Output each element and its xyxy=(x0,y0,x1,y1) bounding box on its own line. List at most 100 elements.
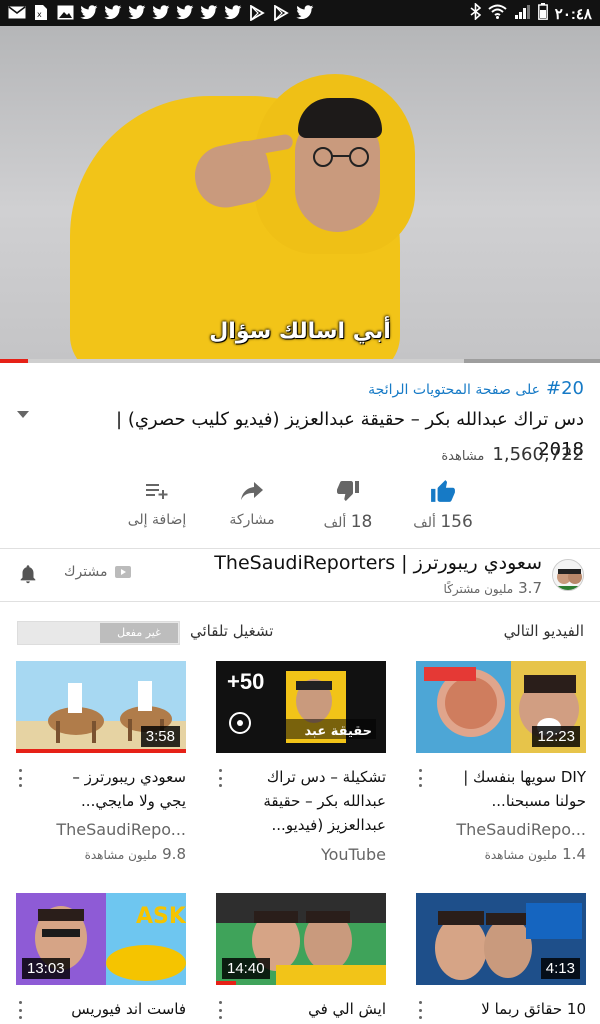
play-store-icon xyxy=(248,4,266,21)
mail-icon xyxy=(8,4,26,21)
subscribed-label: مشترك xyxy=(64,564,108,580)
video-card[interactable]: ASK 13:03 فاست اند فيوريس xyxy=(16,893,186,1024)
video-card-channel: TheSaudiRepo... xyxy=(456,820,586,839)
channel-subscribers: 3.7 مليون مشتركًا xyxy=(444,579,542,597)
playlist-add-icon xyxy=(145,482,169,504)
video-card-title: ايش الي في xyxy=(308,1000,386,1018)
like-count: 156 xyxy=(440,512,473,532)
subscriber-label: مليون مشتركًا xyxy=(443,582,514,596)
video-card[interactable]: 14:40 ايش الي في xyxy=(216,893,386,1024)
notification-bell-icon[interactable] xyxy=(17,563,39,589)
bluetooth-icon xyxy=(470,2,482,24)
video-card-channel: TheSaudiRepo... xyxy=(56,820,186,839)
video-subtitle: أبي اسالك سؤال xyxy=(209,319,391,344)
twitter-icon xyxy=(80,4,98,21)
video-card-views-number: 1.4 xyxy=(562,845,586,863)
video-card-channel: YouTube xyxy=(320,845,386,864)
video-card[interactable]: 4:13 10 حقائق ربما لا xyxy=(416,893,586,1024)
video-thumbnail[interactable]: 3:58 xyxy=(16,661,186,753)
playlist-count: +50 xyxy=(227,669,265,694)
twitter-icon xyxy=(200,4,218,21)
trending-badge[interactable]: #20 على صفحة المحتويات الرائجة xyxy=(368,378,584,399)
like-unit: ألف xyxy=(413,515,436,531)
more-options-icon[interactable] xyxy=(16,1001,24,1019)
video-thumbnail[interactable]: 14:40 xyxy=(216,893,386,985)
video-card-title: تشكيلة – دس تراك عبدالله بكر – حقيقة عبد… xyxy=(263,768,386,834)
thumbs-up-icon xyxy=(430,479,456,507)
image-icon xyxy=(56,4,74,21)
sim-icon: x xyxy=(32,4,50,21)
video-frame-hair xyxy=(298,98,382,138)
dislike-count: 18 xyxy=(350,512,373,532)
subscriber-count: 3.7 xyxy=(518,579,542,597)
subscribed-button[interactable]: مشترك xyxy=(64,564,132,580)
svg-text:ASK: ASK xyxy=(136,904,186,929)
autoplay-toggle[interactable]: غير مفعل xyxy=(17,621,180,645)
more-options-icon[interactable] xyxy=(416,1001,424,1019)
more-options-icon[interactable] xyxy=(216,1001,224,1019)
video-thumbnail[interactable]: 12:23 xyxy=(416,661,586,753)
twitter-icon xyxy=(176,4,194,21)
video-player[interactable]: أبي اسالك سؤال xyxy=(0,26,600,361)
video-card-title: سعودي ريبورترز – يجي ولا مايجي... xyxy=(72,768,186,810)
video-card-views-number: 9.8 xyxy=(162,845,186,863)
share-button[interactable]: مشاركة xyxy=(207,480,297,540)
video-thumbnail[interactable]: ASK 13:03 xyxy=(16,893,186,985)
view-count-number: 1,560,722 xyxy=(492,444,584,465)
play-store-icon xyxy=(272,4,290,21)
notification-icons: x xyxy=(8,4,314,21)
twitter-icon xyxy=(224,4,242,21)
autoplay-state: غير مفعل xyxy=(100,623,178,643)
twitter-icon xyxy=(128,4,146,21)
twitter-icon xyxy=(104,4,122,21)
video-card-views: 1.4 مليون مشاهدة xyxy=(485,845,586,863)
progress-buffered xyxy=(0,359,464,363)
dislike-unit: ألف xyxy=(323,515,347,531)
progress-played[interactable] xyxy=(0,359,29,363)
video-card-playlist[interactable]: حقيقة عبد +50 تشكيلة – دس تراك عبدالله ب… xyxy=(216,661,386,866)
autoplay-label: تشغيل تلقائي xyxy=(190,622,274,640)
share-label: مشاركة xyxy=(229,512,275,528)
svg-text:x: x xyxy=(37,10,42,19)
dislike-button[interactable]: 18 ألف xyxy=(303,480,393,540)
channel-avatar[interactable] xyxy=(552,559,584,591)
up-next-label: الفيديو التالي xyxy=(503,622,584,640)
video-duration: 4:13 xyxy=(540,958,580,979)
video-duration: 3:58 xyxy=(140,726,180,747)
video-card-views-label: مليون مشاهدة xyxy=(484,848,558,862)
video-card-views-label: مليون مشاهدة xyxy=(84,848,158,862)
signal-icon xyxy=(514,4,531,23)
youtube-icon xyxy=(115,566,132,578)
video-thumbnail[interactable]: حقيقة عبد +50 xyxy=(216,661,386,753)
action-bar: 156 ألف 18 ألف مشاركة إضافة إلى xyxy=(0,480,600,540)
channel-avatar-image xyxy=(553,560,583,590)
more-options-icon[interactable] xyxy=(16,769,24,787)
video-duration: 12:23 xyxy=(532,726,580,747)
twitter-icon xyxy=(296,4,314,21)
like-button[interactable]: 156 ألف xyxy=(398,480,488,540)
status-bar: x ٢٠:٤٨ xyxy=(0,0,600,26)
add-to-playlist-button[interactable]: إضافة إلى xyxy=(112,480,202,540)
video-card-title: 10 حقائق ربما لا xyxy=(481,1000,586,1018)
more-options-icon[interactable] xyxy=(216,769,224,787)
video-card[interactable]: 12:23 DIY سويها بنفسك | حولنا مسبحنا... … xyxy=(416,661,586,866)
twitter-icon xyxy=(152,4,170,21)
system-icons: ٢٠:٤٨ xyxy=(470,2,592,24)
trending-label: على صفحة المحتويات الرائجة xyxy=(368,382,540,398)
divider xyxy=(0,548,600,549)
expand-description-icon[interactable] xyxy=(17,411,29,418)
channel-name[interactable]: سعودي ريبورترز | TheSaudiReporters xyxy=(214,552,542,574)
more-options-icon[interactable] xyxy=(416,769,424,787)
video-thumbnail[interactable]: 4:13 xyxy=(416,893,586,985)
video-duration: 14:40 xyxy=(222,958,270,979)
add-label: إضافة إلى xyxy=(127,512,187,528)
trending-rank: #20 xyxy=(546,378,584,399)
view-count: 1,560,722 مشاهدة xyxy=(441,444,584,465)
view-count-label: مشاهدة xyxy=(441,449,485,464)
svg-text:حقيقة عبد: حقيقة عبد xyxy=(305,724,373,739)
video-card[interactable]: 3:58 سعودي ريبورترز – يجي ولا مايجي... T… xyxy=(16,661,186,866)
divider xyxy=(0,601,600,602)
share-icon xyxy=(240,481,264,505)
clock: ٢٠:٤٨ xyxy=(554,5,592,23)
video-frame-glasses xyxy=(313,147,369,167)
